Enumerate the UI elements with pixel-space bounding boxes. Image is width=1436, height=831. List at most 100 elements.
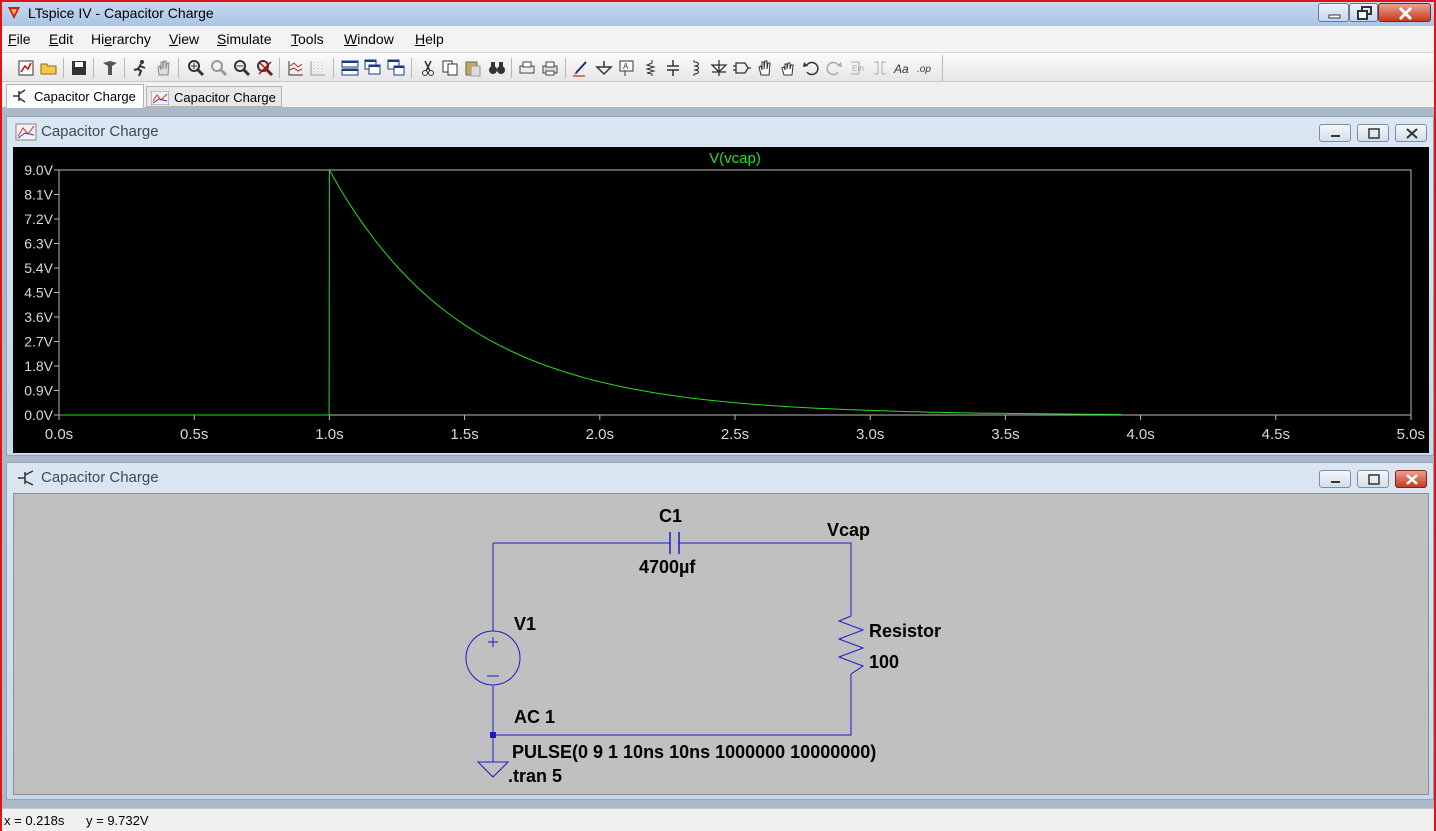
spice-directive[interactable]: .tran 5 [508,766,562,786]
print-icon[interactable] [540,58,560,78]
tile-vertical-icon[interactable] [386,58,406,78]
label-net-icon[interactable]: A [617,58,637,78]
x-tick-label: 1.0s [315,426,343,443]
x-tick-label: 2.5s [721,426,749,443]
capacitor-value[interactable]: 4700µf [639,557,696,577]
minimize-button[interactable] [1318,3,1349,22]
series-label-vvcap[interactable]: V(vcap) [709,150,761,167]
plot-border [58,169,1412,416]
schematic-close-button[interactable] [1395,470,1427,488]
inductor-icon[interactable] [686,58,706,78]
wire-top-right[interactable] [679,542,852,616]
ground-icon[interactable] [594,58,614,78]
grid-icon[interactable] [308,58,328,78]
app-window: LTspice IV - Capacitor Charge File Edit … [0,0,1436,831]
y-tick-label: 0.9V [24,383,53,399]
component-icon[interactable] [732,58,752,78]
waveform-icon [151,91,169,105]
cursor-x-readout: x = 0.218s [4,813,65,828]
autorange-icon[interactable] [286,58,306,78]
y-tick-label: 0.0V [24,407,53,423]
y-tick-label: 3.6V [24,309,53,325]
source-name[interactable]: V1 [514,614,536,634]
resistor-icon[interactable] [640,58,660,78]
tile-horizontal-icon[interactable] [340,58,360,78]
restore-button[interactable] [1349,3,1378,22]
menu-window[interactable]: Window [344,31,394,47]
zoom-full-icon[interactable] [255,58,275,78]
resistor-name[interactable]: Resistor [869,621,941,641]
find-icon[interactable] [487,58,507,78]
cascade-icon[interactable] [363,58,383,78]
menu-hierarchy[interactable]: Hierarchy [91,31,151,47]
x-tick-label: 4.0s [1126,426,1154,443]
waveform-close-button[interactable] [1395,124,1427,142]
new-schematic-icon[interactable] [16,58,36,78]
close-icon [1398,6,1413,21]
net-label-vcap[interactable]: Vcap [827,520,870,540]
rotate-icon[interactable]: Em [847,58,867,78]
schematic-canvas[interactable]: C1 4700µf Vcap Resistor 100 V1 AC 1 PULS… [13,493,1429,795]
menu-tools[interactable]: Tools [291,31,324,47]
capacitor-c1[interactable] [669,532,680,554]
copy-icon[interactable] [440,58,460,78]
resistor-value[interactable]: 100 [869,652,899,672]
x-tick-label: 3.0s [856,426,884,443]
status-bar: x = 0.218s y = 9.732V [2,808,1434,831]
print-setup-icon[interactable] [517,58,537,78]
ground-symbol[interactable] [476,761,510,778]
paste-icon[interactable] [463,58,483,78]
close-button[interactable] [1378,3,1431,22]
mirror-icon[interactable] [870,58,890,78]
tab-waveform-label: Capacitor Charge [174,90,276,105]
cut-icon[interactable] [418,58,438,78]
waveform-minimize-button[interactable] [1319,124,1351,142]
spice-directive-icon[interactable]: .op [916,58,936,78]
undo-icon[interactable] [801,58,821,78]
svg-text:.op: .op [917,64,931,75]
source-value[interactable]: AC 1 [514,707,555,727]
x-tick-label: 0.5s [180,426,208,443]
schematic-window: Capacitor Charge C1 4700µf Vcap Resistor… [6,462,1434,800]
x-tick-label: 5.0s [1397,426,1425,443]
move-icon[interactable] [755,58,775,78]
capacitor-name[interactable]: C1 [659,506,682,526]
wire-icon[interactable] [571,58,591,78]
x-tick-label: 1.5s [450,426,478,443]
tab-waveform[interactable]: Capacitor Charge [146,86,282,107]
text-icon[interactable]: Aa [893,58,913,78]
waveform-window-title: Capacitor Charge [41,123,159,140]
menu-view[interactable]: View [169,31,199,47]
menu-edit[interactable]: Edit [49,31,73,47]
source-pulse[interactable]: PULSE(0 9 1 10ns 10ns 1000000 10000000) [512,742,876,762]
run-icon[interactable] [130,58,150,78]
diode-icon[interactable] [709,58,729,78]
y-tick-label: 2.7V [24,334,53,350]
x-tick-label: 4.5s [1262,426,1290,443]
x-tick-label: 0.0s [45,426,73,443]
waveform-maximize-button[interactable] [1357,124,1389,142]
capacitor-icon[interactable] [663,58,683,78]
close-icon [1406,474,1418,485]
svg-text:Em: Em [852,64,864,73]
redo-icon[interactable] [824,58,844,78]
drag-icon[interactable] [778,58,798,78]
schematic-minimize-button[interactable] [1319,470,1351,488]
waveform-plot[interactable]: 9.0V 8.1V 7.2V 6.3V 5.4V 4.5V 3.6V 2.7V 1.8V 0.9V… [13,147,1429,453]
save-icon[interactable] [69,58,89,78]
schematic-maximize-button[interactable] [1357,470,1389,488]
voltage-source-v1[interactable] [465,630,521,686]
menu-simulate[interactable]: Simulate [217,31,271,47]
ltspice-logo-icon [8,7,20,19]
menu-help[interactable]: Help [415,31,444,47]
control-panel-icon[interactable] [100,58,120,78]
resistor-symbol[interactable] [837,615,865,675]
halt-icon[interactable] [153,58,173,78]
zoom-back-icon[interactable] [232,58,252,78]
zoom-in-icon[interactable] [186,58,206,78]
zoom-out-icon[interactable] [209,58,229,78]
tab-schematic[interactable]: Capacitor Charge [6,84,144,108]
schematic-icon [13,89,26,103]
menu-file[interactable]: File [8,31,31,47]
open-icon[interactable] [39,58,59,78]
